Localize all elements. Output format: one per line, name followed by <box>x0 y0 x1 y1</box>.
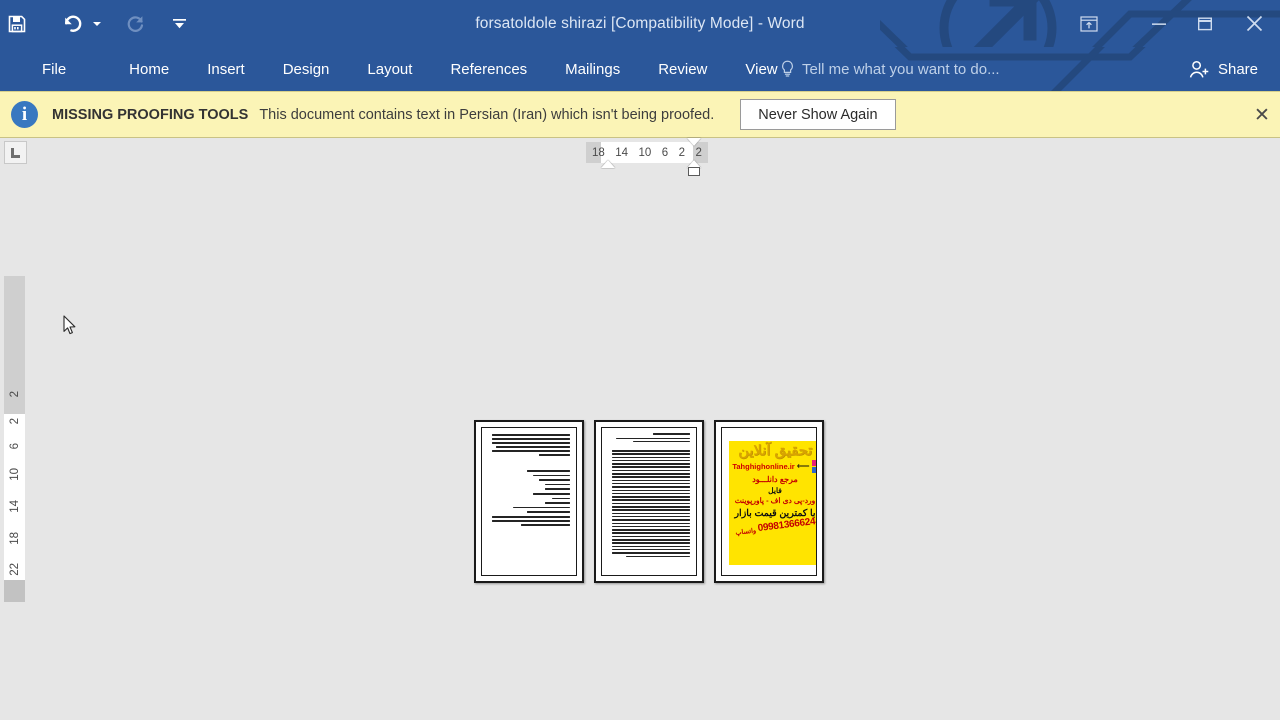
share-person-icon <box>1189 60 1209 78</box>
ad-line-2: فایل <box>768 486 782 496</box>
save-icon[interactable] <box>0 9 34 39</box>
maximize-icon[interactable] <box>1182 9 1228 39</box>
message-bar: i MISSING PROOFING TOOLS This document c… <box>0 91 1280 138</box>
close-icon[interactable] <box>1228 9 1280 39</box>
message-bar-heading: MISSING PROOFING TOOLS <box>52 106 249 123</box>
word-window: forsatoldole shirazi [Compatibility Mode… <box>0 0 1280 720</box>
vruler-tick-0: 2 <box>8 418 21 425</box>
tab-file-label: File <box>42 60 67 78</box>
tab-stop-selector[interactable] <box>4 141 27 164</box>
arrow-left-icon: ⟵ <box>796 461 810 472</box>
page-thumbnail-3[interactable]: تحقیق آنلاین Tahghighonline.ir ⟵ مرجع دا… <box>714 420 824 583</box>
tab-view-label: View <box>745 60 778 78</box>
vruler-tick-2: 10 <box>8 468 21 482</box>
tab-home[interactable]: Home <box>110 47 188 91</box>
title-bar: forsatoldole shirazi [Compatibility Mode… <box>0 0 1280 47</box>
left-indent-square-marker[interactable] <box>688 167 700 176</box>
page-1-list <box>488 470 570 528</box>
document-title-text: forsatoldole shirazi [Compatibility Mode… <box>475 14 805 32</box>
redo-icon <box>118 9 152 39</box>
tab-insert[interactable]: Insert <box>188 47 264 91</box>
hruler-tick-4: 2 <box>678 146 686 159</box>
ribbon-tabs: File Home Insert Design Layout Reference… <box>0 47 797 91</box>
page-2-content <box>601 427 697 576</box>
share-button[interactable]: Share <box>1189 47 1272 91</box>
telegram-icon <box>811 467 816 474</box>
page-thumbnails: تحقیق آنلاین Tahghighonline.ir ⟵ مرجع دا… <box>474 420 824 583</box>
ad-url-row: Tahghighonline.ir ⟵ <box>732 460 816 474</box>
mouse-cursor <box>63 315 77 336</box>
first-line-indent-marker[interactable] <box>687 138 701 146</box>
hruler-tick-2: 10 <box>638 146 652 159</box>
tab-review-label: Review <box>658 60 708 78</box>
page-thumbnail-2[interactable] <box>594 420 704 583</box>
vruler-tick-1: 6 <box>8 443 21 450</box>
ribbon-display-options-icon[interactable] <box>1064 9 1114 39</box>
ad-line-3: ورد-پی دی اف - پاورپوینت <box>734 496 816 506</box>
page-3-content: تحقیق آنلاین Tahghighonline.ir ⟵ مرجع دا… <box>721 427 817 576</box>
page-1-content <box>481 427 577 576</box>
tab-home-label: Home <box>129 60 170 78</box>
customize-quick-access-icon[interactable] <box>166 9 192 39</box>
hruler-tick-3: 6 <box>661 146 669 159</box>
document-workspace[interactable]: 18 14 10 6 2 2 2 2 6 10 14 18 22 تحقیق آ… <box>0 138 1280 720</box>
message-bar-close-icon[interactable]: ✕ <box>1249 102 1275 128</box>
tab-design-label: Design <box>282 60 330 78</box>
left-tab-icon <box>11 147 20 158</box>
page-2-body <box>608 450 690 559</box>
ad-social-icons <box>811 460 816 474</box>
tab-file[interactable]: File <box>22 47 86 91</box>
undo-dropdown-icon[interactable] <box>90 9 104 39</box>
instagram-icon <box>811 460 816 467</box>
vertical-ruler[interactable]: 2 2 6 10 14 18 22 <box>4 276 25 602</box>
vertical-ruler-top-margin: 2 <box>4 276 25 414</box>
undo-icon[interactable] <box>56 9 90 39</box>
vruler-tick-4: 18 <box>8 531 21 545</box>
page-1-paragraph <box>488 434 570 458</box>
tab-mailings[interactable]: Mailings <box>546 47 639 91</box>
tab-references-label: References <box>450 60 528 78</box>
share-label: Share <box>1217 60 1258 78</box>
tell-me-placeholder: Tell me what you want to do... <box>802 60 1000 78</box>
page-thumbnail-1[interactable] <box>474 420 584 583</box>
hanging-indent-marker[interactable] <box>601 160 615 168</box>
advertisement-block: تحقیق آنلاین Tahghighonline.ir ⟵ مرجع دا… <box>729 441 816 565</box>
vertical-ruler-bottom-margin <box>4 580 25 602</box>
minimize-icon[interactable] <box>1136 9 1182 39</box>
message-bar-text: This document contains text in Persian (… <box>259 106 715 123</box>
tab-design[interactable]: Design <box>264 47 349 91</box>
vruler-tick-5: 22 <box>8 563 21 576</box>
tab-layout-label: Layout <box>367 60 413 78</box>
never-show-again-button[interactable]: Never Show Again <box>740 99 896 130</box>
info-icon: i <box>11 101 38 128</box>
ad-line-1: مرجع دانلـــود <box>752 475 798 485</box>
ad-url: Tahghighonline.ir <box>732 462 795 472</box>
lightbulb-icon <box>780 60 795 78</box>
hruler-tick-1: 14 <box>615 146 629 159</box>
ad-title: تحقیق آنلاین <box>737 442 813 458</box>
window-controls <box>1064 0 1280 47</box>
never-show-again-label: Never Show Again <box>758 106 878 123</box>
vruler-tick-3: 14 <box>8 500 21 513</box>
tell-me-search[interactable]: Tell me what you want to do... <box>780 47 1000 91</box>
tab-insert-label: Insert <box>207 60 245 78</box>
quick-access-toolbar <box>0 0 192 47</box>
ribbon-tab-strip: File Home Insert Design Layout Reference… <box>0 47 1280 91</box>
ad-phone-row: واتساپ 09981366624 <box>734 517 816 538</box>
ad-whatsapp-label: واتساپ <box>734 527 757 538</box>
hruler-tick-5: 2 <box>695 146 702 159</box>
message-bar-close-glyph: ✕ <box>1254 104 1270 126</box>
tab-layout[interactable]: Layout <box>348 47 431 91</box>
tab-review[interactable]: Review <box>639 47 726 91</box>
tab-references[interactable]: References <box>431 47 546 91</box>
vruler-cap-tick: 2 <box>8 390 21 397</box>
page-2-heading <box>608 433 690 444</box>
vertical-ruler-ticks: 2 6 10 14 18 22 <box>4 414 25 580</box>
hruler-tick-0: 18 <box>592 146 605 159</box>
tab-mailings-label: Mailings <box>565 60 621 78</box>
